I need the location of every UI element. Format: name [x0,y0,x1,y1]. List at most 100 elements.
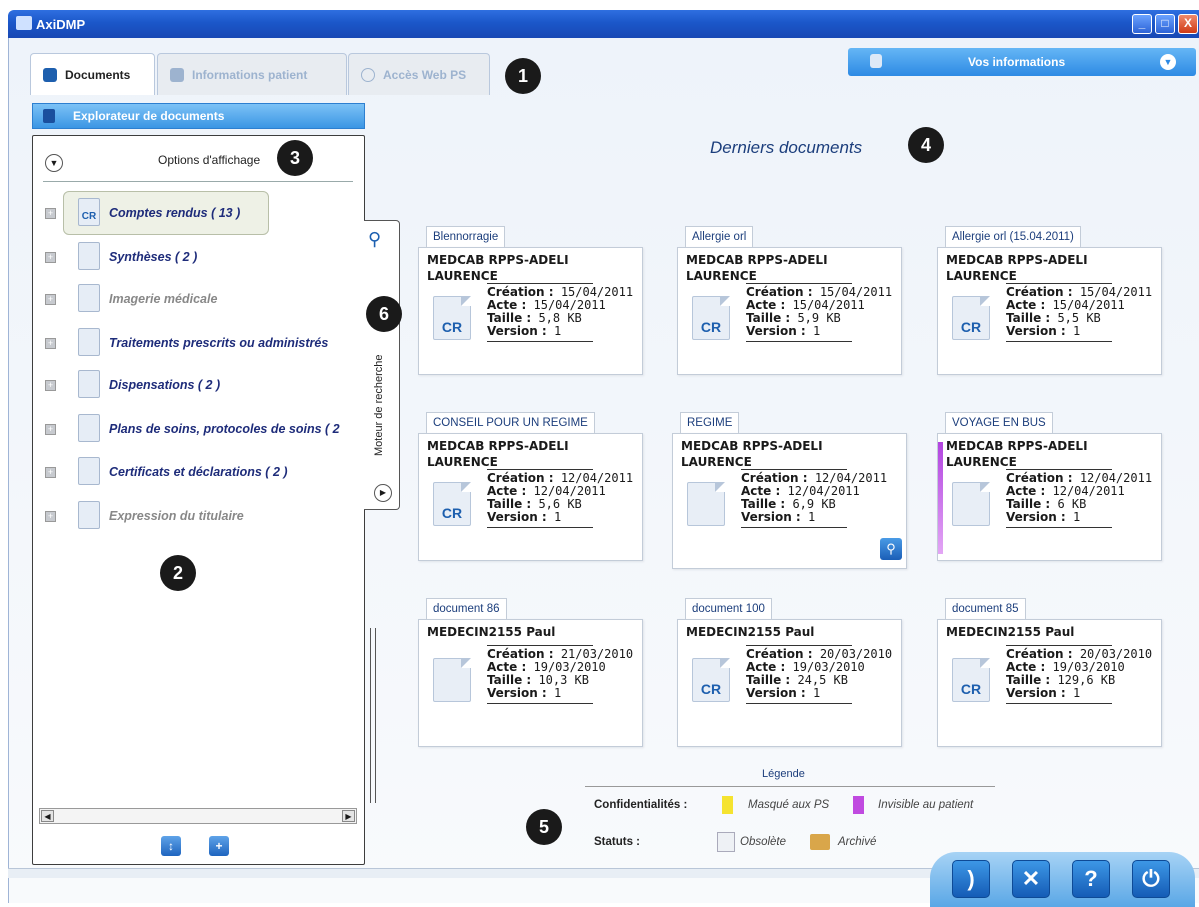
field-label: Création : [746,647,813,661]
version-field: Version : 1 [746,687,820,700]
document-card[interactable]: MEDCAB RPPS-ADELI LAURENCE Création : 15/… [418,247,643,375]
display-options-label[interactable]: Options d'affichage [158,153,260,167]
field-label: Création : [1006,471,1073,485]
card-tab-title[interactable]: CONSEIL POUR UN REGIME [426,412,595,434]
expand-icon[interactable]: + [45,294,56,305]
field-value: 1 [1072,324,1081,338]
tree-item-syntheses[interactable]: + Synthèses ( 2 ) [41,239,371,277]
tree-item-expression[interactable]: + Expression du titulaire [41,498,371,536]
field-label: Version : [487,686,547,700]
tree-item-traitements[interactable]: + Traitements prescrits ou administrés [41,325,371,363]
maximize-button[interactable]: □ [1155,14,1175,34]
power-icon[interactable]: ⏻ [1132,860,1170,898]
rss-icon[interactable]: ) [952,860,990,898]
document-card[interactable]: MEDCAB RPPS-ADELI LAURENCE Création : 12/… [672,433,907,569]
expand-icon[interactable]: + [45,208,56,219]
window-title: AxiDMP [36,17,86,32]
expand-all-button[interactable]: + [209,836,229,856]
tree-item-imagerie[interactable]: + Imagerie médicale [41,281,371,319]
legend-confidentiality-label: Confidentialités : [594,799,688,811]
syringe-icon [78,328,100,356]
field-label: Version : [741,510,801,524]
divider [746,703,852,704]
horizontal-scrollbar[interactable]: ◀ ▶ [39,808,357,824]
scroll-left-icon[interactable]: ◀ [41,810,54,822]
card-tab-title[interactable]: document 100 [685,598,772,620]
document-card[interactable]: MEDCAB RPPS-ADELI LAURENCE Création : 15/… [937,247,1162,375]
divider [43,181,353,182]
close-button[interactable]: X [1178,14,1198,34]
help-icon[interactable]: ? [1072,860,1110,898]
document-card[interactable]: MEDECIN2155 Paul Création : 20/03/2010 Act… [677,619,902,747]
vertical-scrollbar[interactable] [370,628,376,803]
divider [741,527,847,528]
field-value: 12/04/2011 [1052,484,1125,498]
field-value: 1 [553,686,562,700]
field-value: 15/04/2011 [792,298,865,312]
field-value: 10,3 KB [538,673,590,687]
field-value: 12/04/2011 [560,471,634,485]
tab-patient-info[interactable]: Informations patient [157,53,347,95]
magnifier-icon[interactable]: ⚲ [880,538,902,560]
minimize-button[interactable]: _ [1132,14,1152,34]
field-label: Taille : [746,311,791,325]
divider [1006,283,1112,284]
tools-icon[interactable]: ✕ [1012,860,1050,898]
field-value: 12/04/2011 [533,484,606,498]
tree-item-label: Dispensations ( 2 ) [109,378,221,392]
document-card[interactable]: MEDECIN2155 Paul Création : 20/03/2010 Act… [937,619,1162,747]
document-card[interactable]: MEDCAB RPPS-ADELI LAURENCE Création : 12/… [418,433,643,561]
chevron-right-icon[interactable]: ▶ [374,484,392,502]
field-value: 24,5 KB [797,673,849,687]
scroll-right-icon[interactable]: ▶ [342,810,355,822]
tree-item-dispensations[interactable]: + Dispensations ( 2 ) [41,367,371,405]
tree-item-plans-de-soins[interactable]: + Plans de soins, protocoles de soins ( … [41,411,371,449]
card-tab-title[interactable]: document 85 [945,598,1026,620]
document-card[interactable]: MEDCAB RPPS-ADELI LAURENCE Création : 12/… [937,433,1162,561]
collapse-all-button[interactable]: ↕ [161,836,181,856]
card-tab-title[interactable]: VOYAGE EN BUS [945,412,1053,434]
tree-item-comptes-rendus[interactable]: + CR Comptes rendus ( 13 ) [41,195,371,233]
field-value: 129,6 KB [1057,673,1116,687]
divider [1006,341,1112,342]
tab-web-access[interactable]: Accès Web PS [348,53,490,95]
chevron-down-icon[interactable]: ▼ [1160,54,1176,70]
expand-icon[interactable]: + [45,338,56,349]
document-card[interactable]: MEDECIN2155 Paul Création : 21/03/2010 Act… [418,619,643,747]
window-title-bar: AxiDMP _ □ X [8,10,1199,38]
field-label: Acte : [746,298,786,312]
document-card[interactable]: MEDCAB RPPS-ADELI LAURENCE Création : 15/… [677,247,902,375]
tree-item-label: Synthèses ( 2 ) [109,250,198,264]
document-author: MEDCAB RPPS-ADELI LAURENCE [946,253,1088,283]
expand-icon[interactable]: + [45,424,56,435]
tree-item-certificats[interactable]: + Certificats et déclarations ( 2 ) [41,454,371,492]
field-value: 1 [812,324,821,338]
expand-icon[interactable]: + [45,467,56,478]
user-info-panel[interactable]: Vos informations ▼ [848,48,1196,76]
divider [487,283,593,284]
field-label: Version : [746,324,806,338]
cr-document-icon: CR [952,658,990,702]
search-icon[interactable]: ⚲ [368,229,390,251]
callout-2: 2 [160,555,196,591]
card-tab-title[interactable]: document 86 [426,598,507,620]
card-tab-title[interactable]: Blennorragie [426,226,506,248]
expand-icon[interactable]: + [45,380,56,391]
tree-item-label: Plans de soins, protocoles de soins ( 2 [109,422,340,436]
expand-icon[interactable]: + [45,511,56,522]
search-engine-tab[interactable]: Moteur de recherche ▶ [364,220,400,510]
document-explorer: ▼ Options d'affichage + CR Comptes rendu… [32,135,365,865]
field-label: Création : [741,471,808,485]
tab-documents[interactable]: Documents [30,53,155,95]
pills-icon [78,370,100,398]
field-label: Acte : [746,660,786,674]
card-tab-title[interactable]: Allergie orl [685,226,754,248]
chevron-down-icon[interactable]: ▼ [45,154,63,172]
field-value: 21/03/2010 [560,647,634,661]
field-label: Taille : [487,673,532,687]
divider [1006,527,1112,528]
document-author: MEDCAB RPPS-ADELI LAURENCE [946,439,1088,469]
card-tab-title[interactable]: REGIME [680,412,740,434]
expand-icon[interactable]: + [45,252,56,263]
card-tab-title[interactable]: Allergie orl (15.04.2011) [945,226,1081,248]
